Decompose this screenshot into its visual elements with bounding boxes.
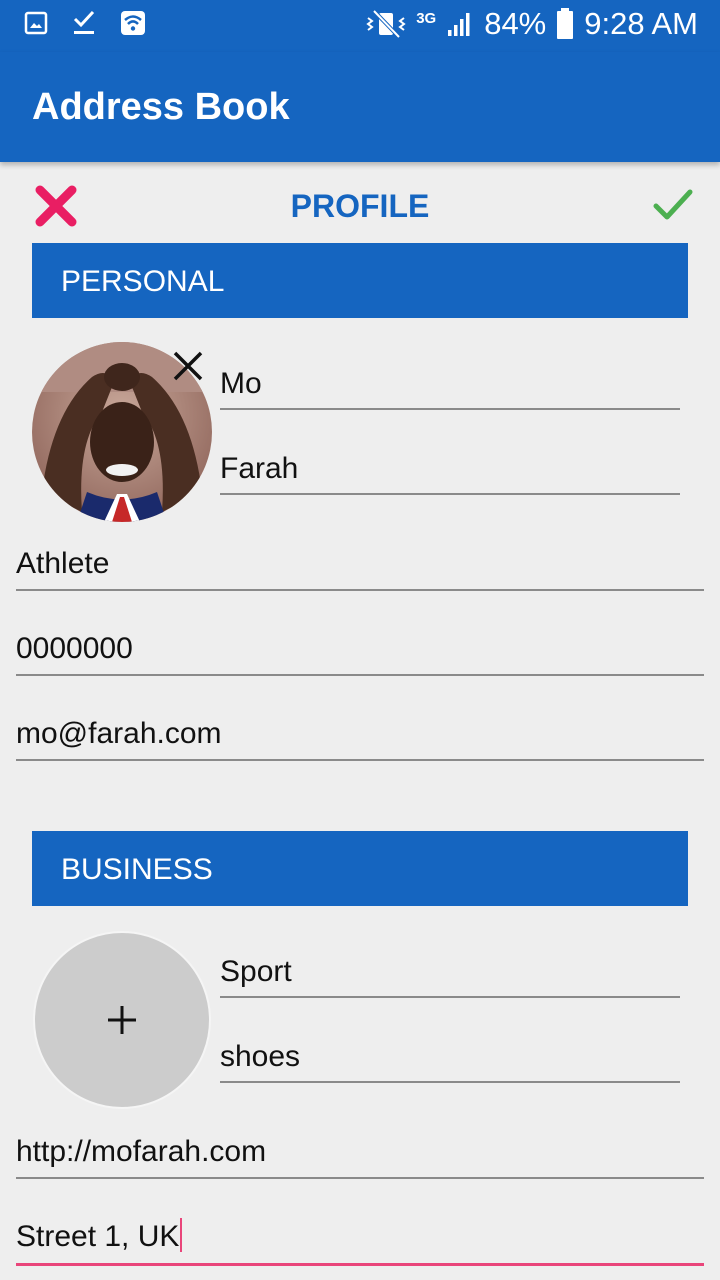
clock: 9:28 AM <box>584 6 698 41</box>
department-field[interactable]: shoes <box>220 1037 680 1083</box>
address-value: Street 1, UK <box>16 1220 180 1253</box>
job-title-field[interactable]: Athlete <box>16 544 704 591</box>
save-button[interactable] <box>652 186 694 226</box>
download-done-icon <box>73 10 95 34</box>
remove-photo-button[interactable] <box>172 350 204 382</box>
signal-icon <box>448 13 470 36</box>
battery-percentage: 84% <box>484 6 547 41</box>
app-title: Address Book <box>32 86 290 128</box>
text-cursor <box>180 1218 183 1252</box>
business-section-header: BUSINESS <box>32 831 688 906</box>
first-name-field[interactable]: Mo <box>220 364 680 410</box>
image-icon <box>24 11 48 35</box>
plus-icon <box>108 1006 136 1034</box>
email-field[interactable]: mo@farah.com <box>16 714 704 761</box>
last-name-field[interactable]: Farah <box>220 449 680 495</box>
status-bar: 3G 84% 9:28 AM <box>0 0 720 52</box>
check-icon <box>653 189 693 220</box>
network-3g-icon: 3G <box>416 10 437 27</box>
company-field[interactable]: Sport <box>220 952 680 998</box>
profile-toolbar: PROFILE <box>0 162 720 246</box>
phone-field[interactable]: 0000000 <box>16 629 704 676</box>
personal-section-header: PERSONAL <box>32 243 688 318</box>
vibrate-icon <box>366 9 406 39</box>
page-title: PROFILE <box>290 188 430 224</box>
app-bar: Address Book <box>0 52 720 162</box>
website-field[interactable]: http://mofarah.com <box>16 1132 704 1179</box>
add-photo-button[interactable] <box>33 931 211 1109</box>
wifi-icon <box>121 11 145 35</box>
battery-icon <box>557 8 574 39</box>
close-icon <box>173 351 203 381</box>
address-field[interactable]: Street 1, UK <box>16 1217 704 1266</box>
